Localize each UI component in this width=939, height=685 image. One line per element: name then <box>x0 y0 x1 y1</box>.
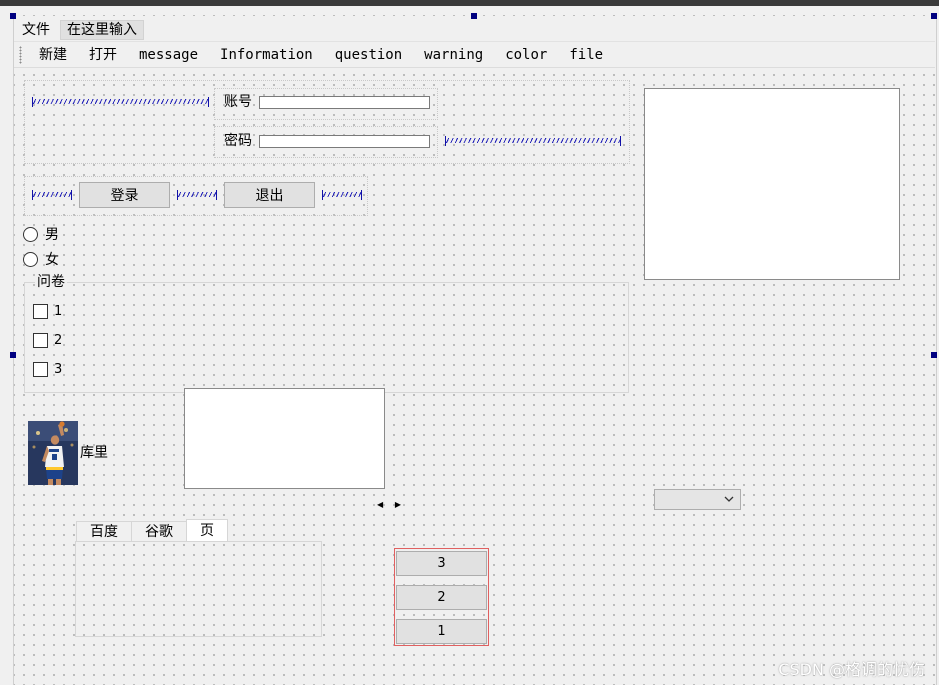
password-label: 密码 <box>224 133 252 149</box>
checkbox-square[interactable] <box>33 362 48 377</box>
radio-circle[interactable] <box>23 251 38 267</box>
checkbox-option-3[interactable]: 3 <box>33 362 62 377</box>
tab-baidu[interactable]: 百度 <box>76 521 132 542</box>
menu-file[interactable]: 文件 <box>14 19 58 41</box>
csdn-watermark: CSDN @格调的忧伤 <box>778 660 925 679</box>
player-photo-image <box>28 421 78 485</box>
list-view[interactable] <box>184 388 385 489</box>
radio-female-label: 女 <box>45 252 59 268</box>
chevron-down-icon <box>724 496 734 502</box>
survey-title: 问卷 <box>35 274 67 290</box>
toolbar-color[interactable]: color <box>494 43 558 67</box>
checkbox-label: 1 <box>54 304 63 319</box>
combo-box[interactable] <box>654 489 741 510</box>
toolbar-file[interactable]: file <box>558 43 614 67</box>
radio-female[interactable]: 女 <box>23 249 59 269</box>
stack-button-2[interactable]: 2 <box>396 585 487 610</box>
login-button[interactable]: 登录 <box>79 182 170 208</box>
horizontal-spacer <box>322 190 362 200</box>
radio-male[interactable]: 男 <box>23 224 59 244</box>
menubar: 文件 在这里输入 <box>14 19 935 42</box>
tab-pane <box>75 541 322 637</box>
title-strip <box>0 0 939 6</box>
designer-canvas: 文件 在这里输入 新建 打开 message Information quest… <box>0 0 939 685</box>
tab-page[interactable]: 页 <box>186 519 228 542</box>
password-input[interactable] <box>259 135 430 148</box>
checkbox-square[interactable] <box>33 333 48 348</box>
account-label: 账号 <box>224 94 252 110</box>
survey-groupbox: 问卷 <box>24 274 629 393</box>
toolbar-grip-handle[interactable] <box>19 46 22 64</box>
horizontal-spacer <box>445 136 621 146</box>
toolbar: 新建 打开 message Information question warni… <box>14 43 935 68</box>
toolbar-warning[interactable]: warning <box>413 43 494 67</box>
selection-handle-left[interactable] <box>10 352 16 358</box>
radio-male-label: 男 <box>45 227 59 243</box>
toolbar-message[interactable]: message <box>128 43 209 67</box>
player-photo <box>28 421 78 485</box>
checkbox-label: 3 <box>54 362 63 377</box>
scroll-arrows: ◀ ▶ <box>377 500 401 510</box>
horizontal-spacer <box>32 190 72 200</box>
radio-circle[interactable] <box>23 226 38 242</box>
checkbox-option-2[interactable]: 2 <box>33 333 62 348</box>
toolbar-information[interactable]: Information <box>209 43 324 67</box>
stack-button-1[interactable]: 1 <box>396 619 487 644</box>
account-input[interactable] <box>259 96 430 109</box>
text-display-area[interactable] <box>644 88 900 280</box>
checkbox-square[interactable] <box>33 304 48 319</box>
stack-button-3[interactable]: 3 <box>396 551 487 576</box>
arrow-left-icon[interactable]: ◀ <box>377 500 383 510</box>
checkbox-option-1[interactable]: 1 <box>33 304 62 319</box>
menu-type-here[interactable]: 在这里输入 <box>60 20 144 40</box>
toolbar-question[interactable]: question <box>324 43 413 67</box>
tab-bar: 百度 谷歌 页 <box>76 519 228 542</box>
checkbox-label: 2 <box>54 333 63 348</box>
arrow-right-icon[interactable]: ▶ <box>395 500 401 510</box>
horizontal-spacer <box>177 190 217 200</box>
player-name-label: 库里 <box>80 445 108 461</box>
toolbar-new[interactable]: 新建 <box>28 43 78 67</box>
horizontal-spacer <box>32 97 209 107</box>
selection-handle-right[interactable] <box>931 352 937 358</box>
toolbar-open[interactable]: 打开 <box>78 43 128 67</box>
tab-google[interactable]: 谷歌 <box>131 521 187 542</box>
exit-button[interactable]: 退出 <box>224 182 315 208</box>
